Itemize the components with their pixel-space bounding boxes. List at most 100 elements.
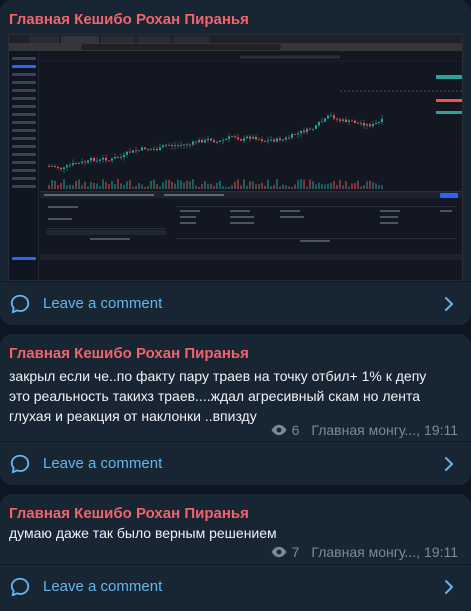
post-text-line: думаю даже так было верным решением [9,525,277,541]
volume-bar [276,179,278,189]
volume-bar [321,184,323,189]
candle-body [183,144,185,146]
candle-body [198,140,200,143]
candle-body [336,118,338,120]
post-meta: 7 Главная монгу..., 19:11 [270,544,458,560]
candle-body [294,134,296,135]
volume-bar [315,184,317,189]
volume-bar [201,183,203,189]
trading-screenshot-image[interactable] [8,34,463,281]
volume-bar [303,179,305,189]
candle-body [147,149,149,150]
volume-bar [378,185,380,189]
eye-icon [271,546,287,558]
volume-bar [297,180,299,189]
leave-comment-button[interactable]: Leave a comment [0,281,471,325]
candle-body [102,157,104,160]
candle-body [327,115,329,119]
candle-body [306,128,308,133]
candle-body [264,141,266,142]
volume-bar [339,180,341,189]
leave-comment-button[interactable]: Leave a comment [0,441,471,485]
candle-body [57,166,59,168]
candle-body [216,141,218,143]
candle-body [156,148,158,151]
volume-bar [141,184,143,189]
volume-bar [342,185,344,189]
candle-body [363,123,365,126]
volume-bar [207,183,209,189]
candle-body [222,139,224,141]
volume-bar [285,185,287,189]
volume-bar [225,186,227,189]
volume-bar [345,181,347,189]
candle-body [351,120,353,122]
candle-body [96,160,98,162]
volume-bar [219,181,221,189]
post-text-line: это реальность такихз траев....ждал агре… [9,388,421,404]
leave-comment-button[interactable]: Leave a comment [0,564,471,608]
volume-bar [156,184,158,189]
post-author[interactable]: Главная Кешибо Рохан Пиранья [9,505,249,522]
candles-svg [40,55,462,189]
candle-body [297,133,299,135]
volume-bar [291,186,293,189]
post-card-2: Главная Кешибо Рохан Пиранья закрыл если… [0,334,471,485]
volume-bar [360,186,362,189]
volume-bar [126,181,128,189]
channel-name: Главная монгу..., [311,544,420,560]
post-author[interactable]: Главная Кешибо Рохан Пиранья [9,345,249,362]
candle-body [273,139,275,142]
post-meta: 6 Главная монгу..., 19:11 [270,422,458,438]
volume-bar [177,179,179,189]
volume-bar [294,184,296,189]
volume-bar [81,185,83,189]
chevron-right-icon [445,297,453,311]
volume-bar [231,185,233,189]
candle-body [219,140,221,142]
channel-name: Главная монгу..., [311,422,420,438]
post-card-3: Главная Кешибо Рохан Пиранья думаю даже … [0,494,471,611]
volume-bar [117,179,119,189]
candle-body [276,138,278,142]
volume-bar [105,181,107,189]
candle-body [255,136,257,140]
candle-body [201,140,203,143]
volume-bar [186,180,188,189]
volume-bar [318,182,320,189]
eye-icon [271,424,287,436]
orders-panel [40,191,462,280]
volume-bar [336,184,338,189]
candle-body [300,130,302,134]
candle-body [153,148,155,150]
volume-bar [129,180,131,189]
post-text: закрыл если че..по факту пару траев на т… [9,366,426,426]
volume-bar [306,186,308,189]
candle-body [144,147,146,150]
volume-bar [180,180,182,189]
post-author[interactable]: Главная Кешибо Рохан Пиранья [9,11,249,28]
candle-body [240,139,242,141]
volume-bar [273,185,275,189]
candle-body [81,161,83,164]
candle-body [309,128,311,130]
speech-bubble-icon [10,454,30,474]
volume-bar [135,185,137,189]
volume-bar [150,180,152,189]
volume-bar [144,186,146,189]
volume-bar [120,183,122,189]
volume-bar [216,182,218,189]
candle-body [243,138,245,141]
candle-body [345,119,347,123]
volume-bar [228,186,230,189]
candle-body [177,145,179,146]
volume-bar [84,181,86,189]
candle-body [267,140,269,142]
view-count: 7 [291,544,300,560]
candle-body [111,158,113,161]
volume-bar [351,183,353,189]
volume-bar [78,179,80,189]
candle-body [87,160,89,163]
candle-body [279,138,281,141]
volume-bar [57,185,59,189]
